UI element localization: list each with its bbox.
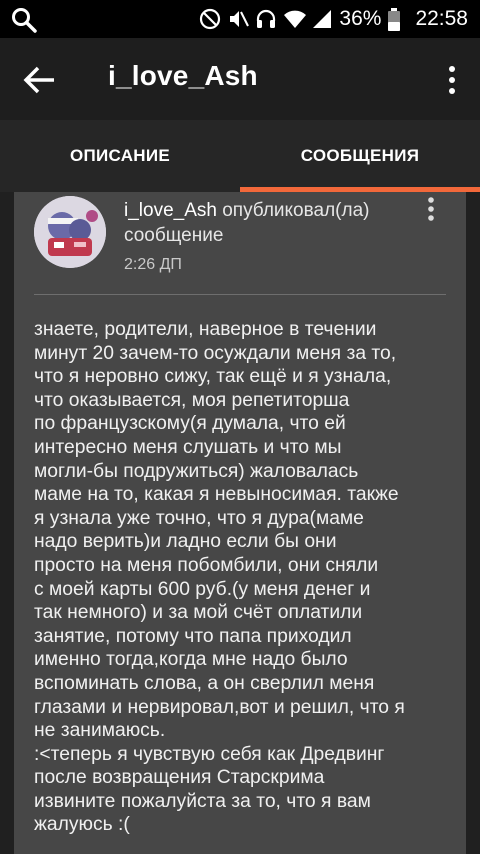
headphones-icon — [255, 8, 277, 30]
back-arrow-icon[interactable] — [22, 62, 58, 98]
battery-icon — [387, 8, 401, 31]
app-bar: i_love_Ash — [0, 38, 480, 120]
divider — [34, 294, 446, 295]
post-body: знаете, родители, наверное в течении мин… — [34, 319, 405, 836]
page-title: i_love_Ash — [108, 60, 258, 91]
status-bar: 36% 22:58 — [0, 0, 480, 38]
battery-percent: 36% — [339, 7, 382, 30]
cellular-signal-icon — [311, 8, 333, 30]
post-author-line: i_love_Ash опубликовал(ла) сообщение — [124, 198, 414, 248]
mute-icon — [227, 8, 250, 30]
more-options-icon[interactable] — [444, 64, 460, 96]
search-icon[interactable] — [10, 6, 38, 39]
post-more-options-icon[interactable] — [426, 196, 436, 224]
post-card: i_love_Ash опубликовал(ла) сообщение 2:2… — [14, 192, 466, 854]
wifi-icon — [283, 8, 307, 30]
author-name[interactable]: i_love_Ash — [124, 200, 217, 221]
tab-bar: ОПИСАНИЕ СООБЩЕНИЯ — [0, 120, 480, 192]
do-not-disturb-icon — [199, 8, 221, 30]
clock: 22:58 — [415, 7, 468, 30]
post-timestamp: 2:26 ДП — [124, 256, 182, 273]
tab-messages[interactable]: СООБЩЕНИЯ — [240, 120, 480, 192]
avatar[interactable] — [34, 196, 106, 268]
tab-description[interactable]: ОПИСАНИЕ — [0, 120, 240, 192]
